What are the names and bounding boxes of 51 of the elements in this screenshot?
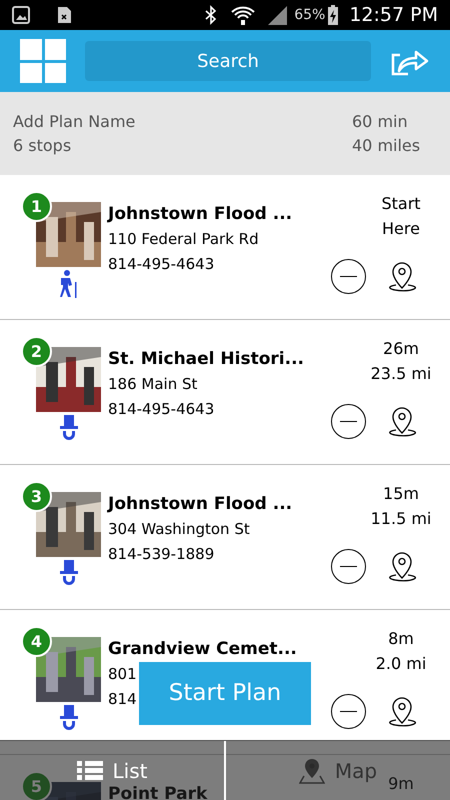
signal-icon [266, 4, 288, 26]
stop-address: 801 [108, 664, 137, 685]
grid-menu-button[interactable] [20, 39, 66, 83]
travel-info: 23.5 mi [370, 363, 432, 385]
stop-phone: 814-539-1889 [108, 544, 214, 565]
remove-button[interactable] [331, 549, 366, 584]
hat-icon [58, 560, 78, 586]
remove-button[interactable] [331, 404, 366, 439]
travel-info: Start [381, 193, 421, 215]
travel-info: 2.0 mi [376, 653, 426, 675]
image-icon [12, 6, 30, 24]
stop-address: 304 Washington St [108, 519, 250, 540]
bottom-tab[interactable]: Map [298, 756, 378, 786]
stop-name[interactable]: Johnstown Flood ... [108, 201, 292, 227]
search-field[interactable]: Search [85, 41, 371, 81]
stop-number: 2 [21, 336, 52, 367]
travel-info: Here [382, 218, 420, 240]
wifi-icon [230, 4, 256, 26]
remove-button[interactable] [331, 694, 366, 729]
stop-address: 186 Main St [108, 374, 198, 395]
stop-name[interactable]: St. Michael Histori... [108, 346, 304, 372]
stop-name[interactable]: Johnstown Flood ... [108, 491, 292, 517]
travel-info: 11.5 mi [370, 508, 432, 530]
stop-number: 4 [21, 626, 52, 657]
travel-info: 15m [383, 483, 419, 505]
stop-name[interactable]: Grandview Cemet... [108, 636, 297, 662]
battery-percent: 65% [294, 6, 326, 24]
plan-duration: 60 min [352, 111, 409, 133]
clock: 12:57 PM [349, 2, 438, 28]
stop-count: 6 stops [13, 135, 72, 157]
remove-button[interactable] [331, 259, 366, 294]
sim-card-icon [56, 6, 72, 24]
map-pin-icon [298, 758, 325, 784]
stop-number: 3 [21, 481, 52, 512]
plan-name-placeholder[interactable]: Add Plan Name [13, 110, 136, 134]
stop-phone: 814-495-4643 [108, 399, 214, 420]
bluetooth-icon [204, 5, 218, 25]
hat-icon [58, 415, 78, 441]
stop-address: 110 Federal Park Rd [108, 229, 259, 250]
travel-info: 9m [388, 773, 414, 795]
stop-number: 1 [21, 191, 52, 222]
stop-number: 5 [21, 771, 52, 800]
hat-icon [58, 705, 78, 731]
travel-info: 8m [388, 628, 414, 650]
battery-charging-icon [327, 4, 340, 26]
plan-distance: 40 miles [352, 135, 422, 157]
stop-phone: 814 [108, 689, 137, 710]
hiker-icon [58, 270, 78, 298]
list-icon [76, 760, 103, 780]
travel-info: 26m [383, 338, 419, 360]
stop-phone: 814-495-4643 [108, 254, 214, 275]
